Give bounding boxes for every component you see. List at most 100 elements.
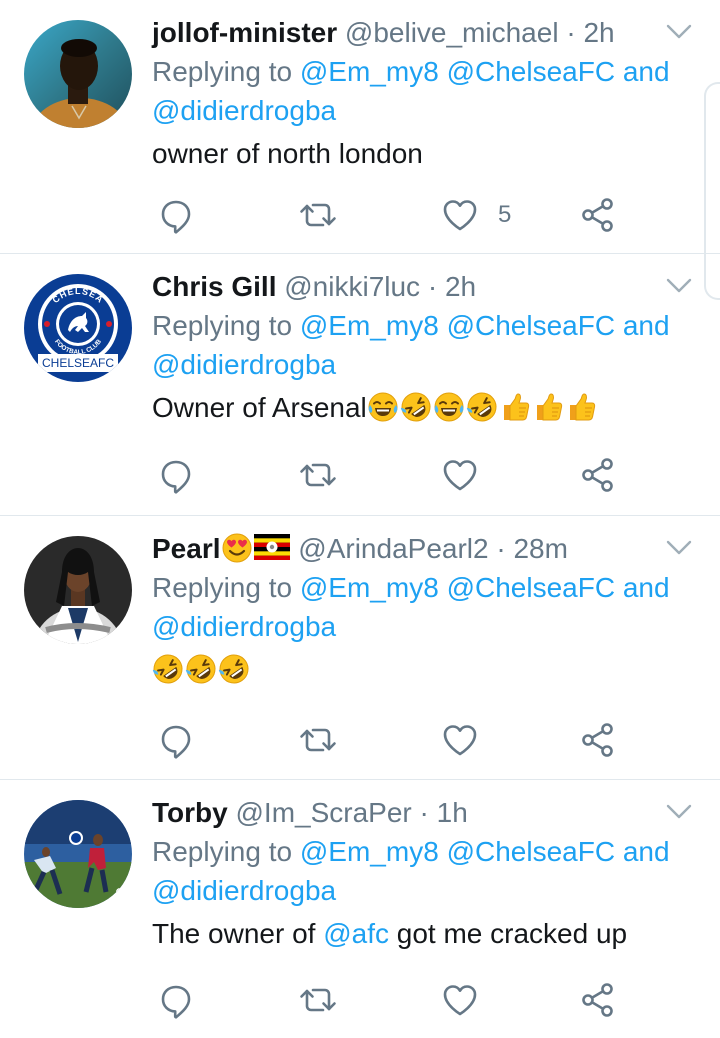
rofl-emoji-icon <box>218 653 250 685</box>
text-mention-link[interactable]: @afc <box>323 918 389 949</box>
tweet[interactable]: Pearl @ArindaPearl2 · 28m Replying to @E… <box>0 516 720 780</box>
uganda-flag-icon <box>254 534 290 560</box>
tweet-actions <box>152 980 632 1020</box>
share-button[interactable] <box>578 455 618 495</box>
laughing-emoji-icon <box>367 391 399 423</box>
like-button[interactable] <box>440 720 498 760</box>
tweet-actions <box>152 455 632 495</box>
mention-link[interactable]: @Em_my8 <box>300 310 439 341</box>
reply-button[interactable] <box>156 720 196 760</box>
mention-link[interactable]: @Em_my8 <box>300 56 439 87</box>
user-handle[interactable]: @nikki7luc <box>284 271 420 302</box>
reply-icon <box>156 455 196 495</box>
share-button[interactable] <box>578 195 618 235</box>
display-name[interactable]: Pearl <box>152 533 221 564</box>
mention-link[interactable]: @didierdrogba <box>152 95 336 126</box>
tweet-header: Chris Gill @nikki7luc · 2h <box>152 268 696 306</box>
tweet-actions <box>152 720 632 760</box>
tweet-text-content: Owner of Arsenal <box>152 392 367 423</box>
mention-link[interactable]: @ChelseaFC <box>447 56 615 87</box>
replying-to-label: Replying to <box>152 836 293 867</box>
chevron-down-icon[interactable] <box>666 802 692 822</box>
thumbs-up-emoji-icon <box>499 391 531 423</box>
tweet-header: jollof-minister @belive_michael · 2h <box>152 14 696 52</box>
mention-and[interactable]: and <box>623 572 670 603</box>
replying-to-label: Replying to <box>152 310 293 341</box>
replying-to-label: Replying to <box>152 572 293 603</box>
avatar[interactable] <box>24 20 132 128</box>
mention-link[interactable]: @didierdrogba <box>152 875 336 906</box>
reply-icon <box>156 195 196 235</box>
avatar[interactable] <box>24 800 132 908</box>
retweet-button[interactable] <box>298 720 338 760</box>
timestamp[interactable]: 1h <box>437 797 468 828</box>
laughing-emoji-icon <box>433 391 465 423</box>
retweet-button[interactable] <box>298 195 338 235</box>
thumbs-up-emoji-icon <box>532 391 564 423</box>
mention-link[interactable]: @ChelseaFC <box>447 836 615 867</box>
replying-to-label: Replying to <box>152 56 293 87</box>
chevron-down-icon[interactable] <box>666 276 692 296</box>
share-icon <box>578 195 618 235</box>
share-icon <box>578 455 618 495</box>
timestamp[interactable]: 2h <box>445 271 476 302</box>
separator-dot: · <box>496 533 506 564</box>
retweet-button[interactable] <box>298 455 338 495</box>
display-name[interactable]: jollof-minister <box>152 17 337 48</box>
replying-to: Replying to @Em_my8 @ChelseaFC and @didi… <box>152 832 696 910</box>
avatar[interactable]: CHELSEA FOOTBALL CLUB CHELSEAFC <box>24 274 132 382</box>
mention-and[interactable]: and <box>623 310 670 341</box>
retweet-icon <box>298 455 338 495</box>
like-button[interactable]: 5 <box>440 195 511 235</box>
reply-button[interactable] <box>156 195 196 235</box>
share-icon <box>578 980 618 1020</box>
mention-link[interactable]: @didierdrogba <box>152 349 336 380</box>
tweet-text-content: owner of north london <box>152 138 423 169</box>
tweet-header: Pearl @ArindaPearl2 · 28m <box>152 530 696 568</box>
share-button[interactable] <box>578 720 618 760</box>
chevron-down-icon[interactable] <box>666 538 692 558</box>
mention-link[interactable]: @ChelseaFC <box>447 310 615 341</box>
heart-icon <box>440 195 480 235</box>
timestamp[interactable]: 28m <box>513 533 567 564</box>
tweet[interactable]: CHELSEA FOOTBALL CLUB CHELSEAFC Chris Gi… <box>0 254 720 516</box>
crest-banner-text: CHELSEAFC <box>42 356 114 370</box>
mention-link[interactable]: @didierdrogba <box>152 611 336 642</box>
user-handle[interactable]: @belive_michael <box>345 17 559 48</box>
tweet[interactable]: Torby @Im_ScraPer · 1h Replying to @Em_m… <box>0 780 720 1038</box>
replying-to: Replying to @Em_my8 @ChelseaFC and @didi… <box>152 306 696 384</box>
user-handle[interactable]: @Im_ScraPer <box>235 797 411 828</box>
heart-icon <box>440 980 480 1020</box>
avatar[interactable] <box>24 536 132 644</box>
retweet-icon <box>298 980 338 1020</box>
rofl-emoji-icon <box>400 391 432 423</box>
retweet-button[interactable] <box>298 980 338 1020</box>
like-button[interactable] <box>440 980 498 1020</box>
rofl-emoji-icon <box>185 653 217 685</box>
reply-button[interactable] <box>156 455 196 495</box>
rofl-emoji-icon <box>152 653 184 685</box>
timestamp[interactable]: 2h <box>583 17 614 48</box>
display-name[interactable]: Torby <box>152 797 228 828</box>
heart-eyes-emoji-icon <box>221 532 253 564</box>
share-button[interactable] <box>578 980 618 1020</box>
reply-button[interactable] <box>156 980 196 1020</box>
retweet-icon <box>298 195 338 235</box>
mention-and[interactable]: and <box>623 836 670 867</box>
user-handle[interactable]: @ArindaPearl2 <box>298 533 488 564</box>
tweet-text-after: got me cracked up <box>388 918 628 949</box>
heart-icon <box>440 720 480 760</box>
heart-icon <box>440 455 480 495</box>
display-name[interactable]: Chris Gill <box>152 271 276 302</box>
thumbs-up-emoji-icon <box>565 391 597 423</box>
chevron-down-icon[interactable] <box>666 22 692 42</box>
mention-link[interactable]: @ChelseaFC <box>447 572 615 603</box>
separator-dot: · <box>566 17 576 48</box>
tweet[interactable]: jollof-minister @belive_michael · 2h Rep… <box>0 0 720 254</box>
tweet-text: Owner of Arsenal <box>152 388 696 428</box>
mention-link[interactable]: @Em_my8 <box>300 836 439 867</box>
like-button[interactable] <box>440 455 498 495</box>
mention-link[interactable]: @Em_my8 <box>300 572 439 603</box>
mention-and[interactable]: and <box>623 56 670 87</box>
reply-icon <box>156 980 196 1020</box>
